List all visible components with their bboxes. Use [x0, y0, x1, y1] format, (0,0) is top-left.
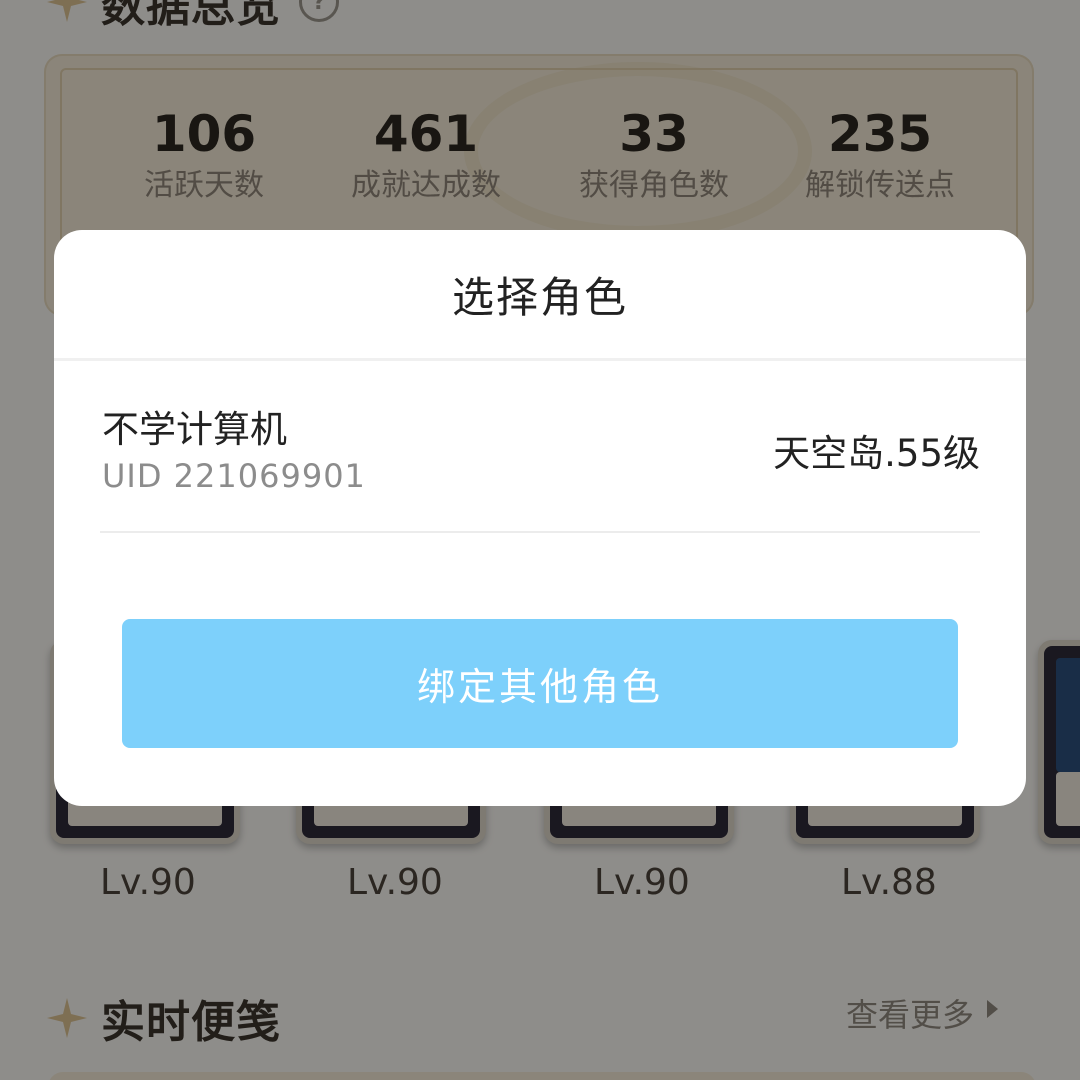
select-role-dialog: 选择角色 不学计算机 UID 221069901 天空岛.55级 绑定其他角色: [54, 230, 1026, 806]
role-list-item[interactable]: 不学计算机 UID 221069901 天空岛.55级: [100, 361, 980, 533]
role-uid: UID 221069901: [102, 457, 366, 495]
app-page: 数据总览 ? 106 活跃天数 461 成就达成数 33 获得角色数 235 解…: [0, 0, 1080, 1080]
role-server-level: 天空岛.55级: [773, 432, 980, 475]
role-name: 不学计算机: [102, 408, 287, 451]
bind-other-role-button[interactable]: 绑定其他角色: [122, 619, 958, 748]
dialog-title: 选择角色: [451, 272, 628, 322]
